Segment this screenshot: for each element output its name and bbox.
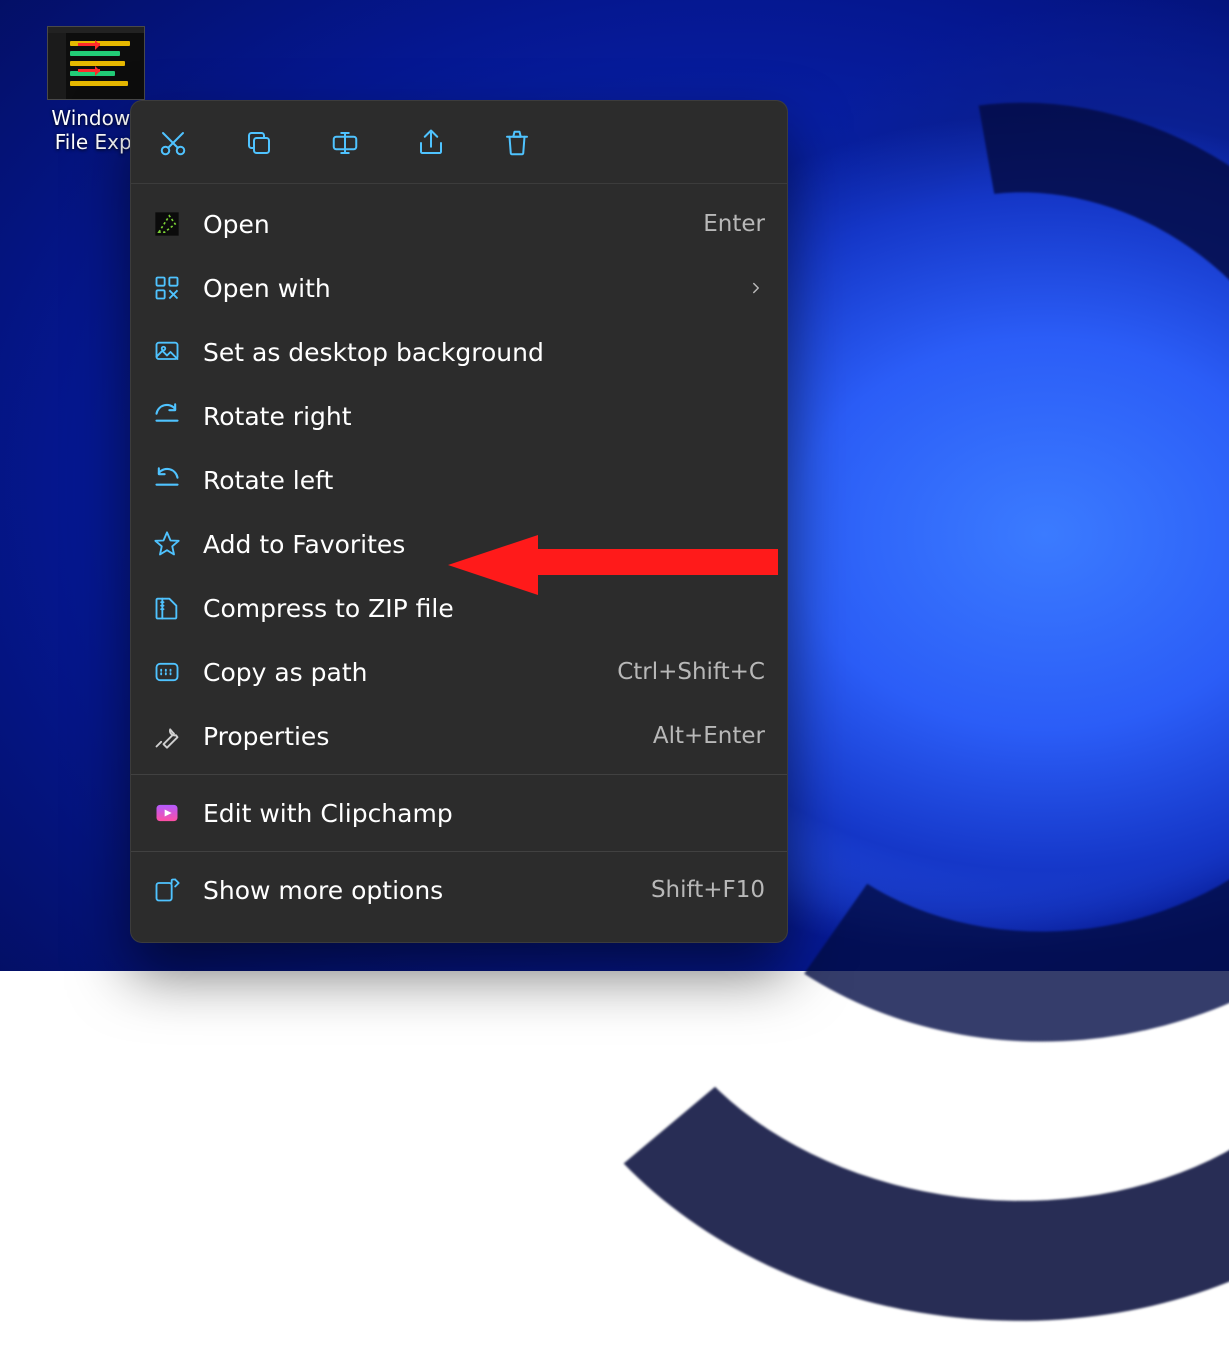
menu-item-label: Open with — [203, 276, 725, 301]
menu-item-shortcut: Enter — [703, 213, 765, 236]
menu-item-label: Rotate right — [203, 404, 765, 429]
desktop-file-label: Windows File Expl — [51, 106, 140, 154]
rotate-left-icon — [153, 466, 181, 494]
menu-item-label: Edit with Clipchamp — [203, 801, 765, 826]
menu-item-label: Set as desktop background — [203, 340, 765, 365]
menu-item-open-with[interactable]: Open with — [131, 256, 787, 320]
context-menu: Open Enter Open with Set as desktop back… — [130, 100, 788, 943]
copy-icon — [244, 128, 274, 158]
chevron-right-icon — [747, 276, 765, 301]
menu-item-label: Open — [203, 212, 681, 237]
menu-item-rotate-right[interactable]: Rotate right — [131, 384, 787, 448]
menu-item-add-to-favorites[interactable]: Add to Favorites — [131, 512, 787, 576]
menu-item-shortcut: Shift+F10 — [651, 879, 765, 902]
menu-item-copy-as-path[interactable]: Copy as path Ctrl+Shift+C — [131, 640, 787, 704]
menu-item-label: Show more options — [203, 878, 629, 903]
delete-icon — [502, 128, 532, 158]
share-icon — [416, 128, 446, 158]
star-icon — [153, 530, 181, 558]
cut-icon — [158, 128, 188, 158]
rename-button[interactable] — [325, 123, 365, 163]
cut-button[interactable] — [153, 123, 193, 163]
rename-icon — [330, 128, 360, 158]
menu-item-shortcut: Ctrl+Shift+C — [617, 661, 765, 684]
menu-item-properties[interactable]: Properties Alt+Enter — [131, 704, 787, 768]
rotate-right-icon — [153, 402, 181, 430]
open-icon — [153, 210, 181, 238]
wrench-icon — [153, 722, 181, 750]
menu-separator — [131, 851, 787, 852]
copy-button[interactable] — [239, 123, 279, 163]
context-menu-action-bar — [131, 101, 787, 184]
menu-separator — [131, 774, 787, 775]
share-button[interactable] — [411, 123, 451, 163]
menu-item-shortcut: Alt+Enter — [653, 725, 765, 748]
menu-item-label: Properties — [203, 724, 631, 749]
menu-item-compress-zip[interactable]: Compress to ZIP file — [131, 576, 787, 640]
menu-item-rotate-left[interactable]: Rotate left — [131, 448, 787, 512]
zip-icon — [153, 594, 181, 622]
menu-item-set-desktop-background[interactable]: Set as desktop background — [131, 320, 787, 384]
file-thumbnail — [47, 26, 145, 100]
copy-path-icon — [153, 658, 181, 686]
menu-item-label: Add to Favorites — [203, 532, 765, 557]
clipchamp-icon — [153, 799, 181, 827]
menu-item-label: Compress to ZIP file — [203, 596, 765, 621]
menu-item-edit-with-clipchamp[interactable]: Edit with Clipchamp — [131, 781, 787, 845]
menu-item-label: Rotate left — [203, 468, 765, 493]
menu-item-label: Copy as path — [203, 660, 595, 685]
delete-button[interactable] — [497, 123, 537, 163]
menu-item-open[interactable]: Open Enter — [131, 192, 787, 256]
picture-icon — [153, 338, 181, 366]
menu-item-show-more-options[interactable]: Show more options Shift+F10 — [131, 858, 787, 922]
show-more-icon — [153, 876, 181, 904]
open-with-icon — [153, 274, 181, 302]
